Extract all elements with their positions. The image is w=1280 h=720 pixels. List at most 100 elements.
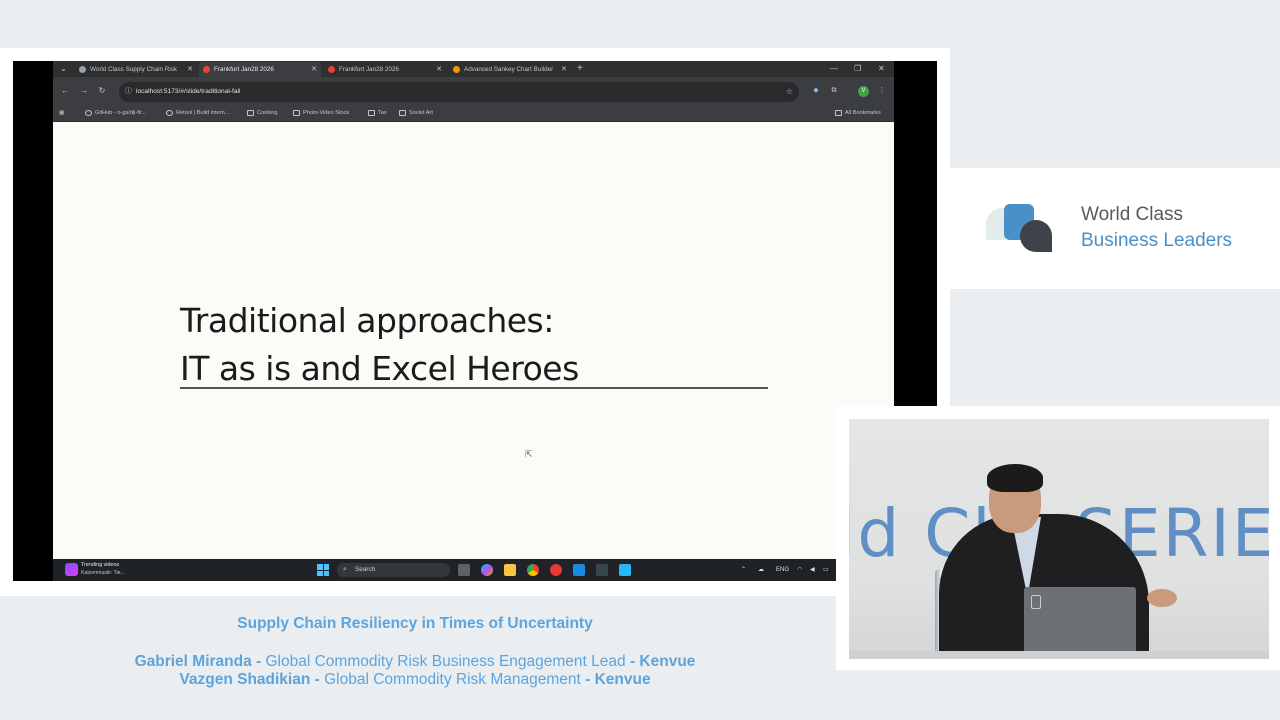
search-icon: ⌕ bbox=[343, 566, 347, 573]
folder-icon bbox=[293, 110, 300, 116]
volume-icon[interactable]: ◀ bbox=[810, 559, 815, 581]
folder-icon bbox=[399, 110, 406, 116]
speaker-2-role: Global Commodity Risk Management bbox=[324, 671, 581, 688]
tab-3[interactable]: Frankfurt Jan28 2026 ✕ bbox=[324, 62, 446, 77]
speaker-hand bbox=[1147, 589, 1177, 607]
bookmark-label: All Bookmarks bbox=[845, 110, 881, 116]
menu-kebab-icon[interactable]: ⋮ bbox=[876, 85, 888, 97]
tab-1[interactable]: World Class Supply Chain Risk ✕ bbox=[75, 62, 197, 77]
speaker-2-name: Vazgen Shadikian - bbox=[179, 671, 320, 688]
tab-label: Frankfurt Jan28 2026 bbox=[214, 66, 274, 73]
bookmark-cooking[interactable]: Cooking bbox=[247, 106, 278, 121]
widgets-icon[interactable] bbox=[65, 563, 78, 576]
tray-chevron-icon[interactable]: ⌃ bbox=[741, 559, 746, 581]
speaker-1-line: Gabriel Miranda - Global Commodity Risk … bbox=[0, 653, 830, 671]
laptop-logo-icon bbox=[1031, 595, 1041, 609]
all-bookmarks[interactable]: All Bookmarks bbox=[835, 106, 881, 121]
start-windows-icon[interactable] bbox=[317, 564, 329, 576]
extensions-puzzle-icon[interactable]: ⧉ bbox=[828, 85, 840, 97]
widget-title[interactable]: Trending videos bbox=[81, 562, 119, 568]
reload-icon[interactable]: ↻ bbox=[96, 85, 108, 97]
site-info-icon[interactable]: ⓘ bbox=[125, 86, 132, 98]
tab-favicon-icon bbox=[328, 66, 335, 73]
github-icon bbox=[85, 110, 92, 116]
app-r-icon[interactable] bbox=[573, 564, 585, 576]
tab-strip: ⌄ World Class Supply Chain Risk ✕ Frankf… bbox=[53, 61, 894, 77]
widget-subtitle[interactable]: Katzenmusik: Tie... bbox=[81, 570, 125, 576]
taskbar-search[interactable]: ⌕ Search bbox=[337, 563, 450, 577]
slide-title-line2: IT as is and Excel Heroes bbox=[180, 349, 579, 388]
profile-avatar[interactable]: V bbox=[858, 86, 869, 97]
notepad-icon[interactable] bbox=[619, 564, 631, 576]
speaker-1-company: - Kenvue bbox=[629, 653, 696, 670]
speaker-hair bbox=[987, 464, 1043, 492]
minimize-icon[interactable]: — bbox=[830, 61, 838, 77]
new-tab-icon[interactable]: + bbox=[577, 61, 583, 77]
forward-icon[interactable]: → bbox=[78, 85, 90, 97]
speaker-webcam: ld Cl s SERIE bbox=[849, 419, 1269, 659]
webcam-frame: ld Cl s SERIE bbox=[836, 406, 1280, 670]
retool-icon bbox=[166, 110, 173, 116]
browser-window: ⌄ World Class Supply Chain Risk ✕ Frankf… bbox=[53, 61, 894, 581]
close-window-icon[interactable]: ✕ bbox=[878, 61, 885, 77]
bookmark-label: GitHub - o-gs/dji-fir... bbox=[95, 110, 147, 116]
apps-grid-icon[interactable]: ▦ bbox=[59, 106, 64, 121]
tab-2[interactable]: Frankfurt Jan28 2026 ✕ bbox=[199, 62, 321, 77]
speaker-2-line: Vazgen Shadikian - Global Commodity Risk… bbox=[0, 671, 830, 689]
shared-screen: ⌄ World Class Supply Chain Risk ✕ Frankf… bbox=[13, 61, 937, 581]
tab-label: World Class Supply Chain Risk bbox=[90, 66, 178, 73]
bookmark-github[interactable]: GitHub - o-gs/dji-fir... bbox=[85, 106, 146, 121]
tab-search-icon[interactable]: ⌄ bbox=[57, 63, 70, 75]
app-a-icon[interactable] bbox=[596, 564, 608, 576]
restore-icon[interactable]: ❐ bbox=[854, 61, 861, 77]
bookmark-tax[interactable]: Tax bbox=[368, 106, 387, 121]
copilot-icon[interactable] bbox=[481, 564, 493, 576]
battery-icon[interactable]: ▭ bbox=[823, 559, 829, 581]
windows-taskbar: Trending videos Katzenmusik: Tie... ⌕ Sea… bbox=[53, 559, 894, 581]
speaker-1-name: Gabriel Miranda - bbox=[134, 653, 262, 670]
bookmark-star-icon[interactable]: ☆ bbox=[786, 82, 793, 102]
browser-toolbar: ← → ↻ ⓘ localhost:5173/#/slide/tradition… bbox=[53, 77, 894, 107]
bookmark-retool[interactable]: Retool | Build intern... bbox=[166, 106, 229, 121]
url-text: localhost:5173/#/slide/traditional-fail bbox=[136, 88, 241, 95]
table bbox=[849, 651, 1269, 659]
bookmark-label: Retool | Build intern... bbox=[176, 110, 230, 116]
media-player-icon[interactable] bbox=[550, 564, 562, 576]
extension-shield-icon[interactable]: ◆ bbox=[810, 85, 822, 97]
tab-close-icon[interactable]: ✕ bbox=[187, 62, 193, 77]
search-label: Search bbox=[355, 566, 376, 573]
brand-line1: World Class bbox=[1081, 204, 1184, 225]
title-underline bbox=[180, 387, 768, 389]
tab-favicon-icon bbox=[453, 66, 460, 73]
bookmark-label: Photo-Video Stock bbox=[303, 110, 350, 116]
tab-4[interactable]: Advanced Sankey Chart Builder ✕ bbox=[449, 62, 571, 77]
slide-title-line1: Traditional approaches: bbox=[180, 301, 554, 340]
tab-favicon-icon bbox=[203, 66, 210, 73]
address-bar[interactable]: ⓘ localhost:5173/#/slide/traditional-fai… bbox=[119, 82, 799, 102]
file-explorer-icon[interactable] bbox=[504, 564, 516, 576]
tab-close-icon[interactable]: ✕ bbox=[436, 62, 442, 77]
brand-logo-panel: World Class Business Leaders bbox=[950, 168, 1280, 289]
speaker-2-company: - Kenvue bbox=[585, 671, 651, 688]
wifi-icon[interactable]: ◠ bbox=[797, 559, 802, 581]
bookmark-label: Soviet Art bbox=[409, 110, 433, 116]
shared-screen-frame: ⌄ World Class Supply Chain Risk ✕ Frankf… bbox=[0, 48, 950, 596]
tab-close-icon[interactable]: ✕ bbox=[311, 62, 317, 77]
bookmarks-bar: ▦ GitHub - o-gs/dji-fir... Retool | Buil… bbox=[53, 106, 894, 122]
bookmark-soviet-art[interactable]: Soviet Art bbox=[399, 106, 433, 121]
tab-close-icon[interactable]: ✕ bbox=[561, 62, 567, 77]
folder-icon bbox=[368, 110, 375, 116]
language-indicator[interactable]: ENG bbox=[776, 559, 789, 581]
back-icon[interactable]: ← bbox=[59, 85, 71, 97]
task-view-icon[interactable] bbox=[458, 564, 470, 576]
folder-icon bbox=[247, 110, 254, 116]
chrome-icon[interactable] bbox=[527, 564, 539, 576]
slide-title: Traditional approaches: IT as is and Exc… bbox=[180, 297, 579, 393]
onedrive-icon[interactable]: ☁ bbox=[758, 559, 764, 581]
bookmark-label: Cooking bbox=[257, 110, 278, 116]
mouse-cursor-icon: ⇱ bbox=[525, 449, 533, 459]
bookmark-photo-video[interactable]: Photo-Video Stock bbox=[293, 106, 349, 121]
speaker-1-role: Global Commodity Risk Business Engagemen… bbox=[265, 653, 626, 670]
bookmark-label: Tax bbox=[378, 110, 387, 116]
tab-favicon-icon bbox=[79, 66, 86, 73]
